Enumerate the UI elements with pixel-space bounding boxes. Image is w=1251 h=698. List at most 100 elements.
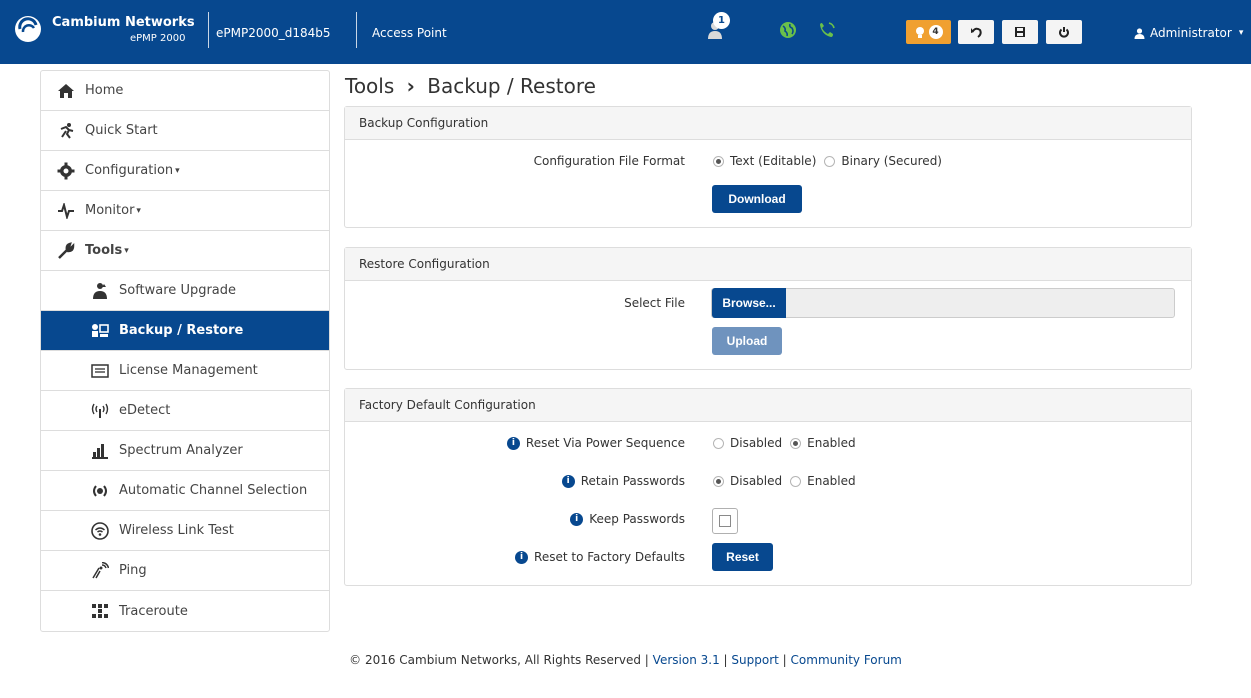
sidebar-item-wireless-link-test[interactable]: Wireless Link Test [41, 511, 329, 551]
sidebar-item-license-management[interactable]: License Management [41, 351, 329, 391]
undo-button[interactable] [958, 20, 994, 44]
wrench-icon [55, 240, 77, 262]
sidebar-item-home[interactable]: Home [41, 71, 329, 111]
reset-factory-defaults-label: i Reset to Factory Defaults [345, 550, 685, 564]
radio-reset-power-enabled[interactable] [790, 437, 802, 449]
radio-label-enabled: Enabled [807, 436, 856, 450]
connected-users-button[interactable]: 1 [703, 12, 730, 44]
device-name: ePMP2000_d184b5 [216, 26, 331, 40]
user-menu[interactable]: Administrator ▾ [1134, 26, 1243, 40]
footer-forum-link[interactable]: Community Forum [791, 653, 902, 667]
footer-support-link[interactable]: Support [731, 653, 778, 667]
keep-passwords-text: Keep Passwords [589, 512, 685, 526]
upload-button[interactable]: Upload [712, 327, 782, 355]
phone-button[interactable] [814, 16, 840, 44]
info-icon[interactable]: i [515, 550, 529, 564]
select-file-label: Select File [345, 296, 685, 310]
factory-default-panel: Factory Default Configuration i Reset Vi… [344, 388, 1192, 586]
sidebar-item-configuration[interactable]: Configuration ▾ [41, 151, 329, 191]
sidebar-item-spectrum-analyzer[interactable]: Spectrum Analyzer [41, 431, 329, 471]
keep-passwords-label: i Keep Passwords [345, 512, 685, 526]
radio-binary-secured[interactable] [824, 155, 836, 167]
save-icon [1015, 27, 1025, 37]
antenna-icon [89, 400, 111, 422]
radio-text-editable-label: Text (Editable) [730, 154, 817, 168]
browse-button[interactable]: Browse... [712, 288, 786, 318]
brand[interactable]: Cambium Networks ePMP 2000 [12, 9, 202, 49]
breadcrumb-section: Tools [345, 74, 395, 98]
retain-passwords-text: Retain Passwords [580, 474, 685, 488]
sidebar-item-monitor[interactable]: Monitor ▾ [41, 191, 329, 231]
retain-passwords-label: i Retain Passwords [345, 474, 685, 488]
radio-label-disabled: Disabled [730, 474, 783, 488]
sidebar-item-label: License Management [119, 363, 258, 378]
running-man-icon [55, 120, 77, 142]
info-icon[interactable]: i [570, 512, 584, 526]
phone-icon [820, 22, 835, 37]
wifi-icon [89, 520, 111, 542]
sidebar-item-label: Monitor [85, 203, 135, 218]
nav-divider [356, 12, 357, 48]
brand-name: Cambium Networks [52, 15, 195, 30]
info-icon[interactable]: i [506, 436, 520, 450]
restore-panel: Restore Configuration Select File Browse… [344, 247, 1192, 370]
retain-passwords-radio-group: Disabled Enabled [713, 474, 864, 488]
sidebar-item-software-upgrade[interactable]: Software Upgrade [41, 271, 329, 311]
license-icon [89, 360, 111, 382]
user-icon [1134, 27, 1145, 39]
radio-retain-disabled[interactable] [713, 475, 724, 487]
gear-icon [55, 160, 77, 182]
sidebar-item-label: Software Upgrade [119, 283, 237, 298]
reset-factory-defaults-text: Reset to Factory Defaults [534, 550, 685, 564]
sidebar-item-automatic-channel-selection[interactable]: Automatic Channel Selection [41, 471, 329, 511]
user-menu-label: Administrator [1150, 26, 1232, 40]
keep-passwords-checkbox[interactable] [712, 508, 738, 534]
reset-button[interactable]: Reset [712, 543, 773, 571]
radio-text-editable[interactable] [713, 155, 724, 167]
globe-button[interactable] [775, 16, 801, 44]
reboot-button[interactable] [1046, 20, 1082, 44]
sidebar-item-tools[interactable]: Tools ▾ [41, 231, 329, 271]
top-navbar: Cambium Networks ePMP 2000 ePMP2000_d184… [0, 0, 1251, 64]
radio-reset-power-disabled[interactable] [713, 437, 724, 449]
config-format-radio-group: Text (Editable) Binary (Secured) [713, 154, 950, 168]
radio-retain-enabled[interactable] [790, 475, 802, 487]
chevron-down-icon: ▾ [124, 245, 129, 256]
breadcrumb-separator: › [406, 74, 415, 98]
radio-binary-secured-label: Binary (Secured) [841, 154, 942, 168]
footer-version-link[interactable]: Version 3.1 [653, 653, 720, 667]
page-title: Tools › Backup / Restore [345, 74, 596, 98]
sidebar-item-label: Tools [85, 243, 123, 258]
info-icon[interactable]: i [561, 474, 575, 488]
sidebar-item-traceroute[interactable]: Traceroute [41, 591, 329, 631]
breadcrumb-page: Backup / Restore [427, 74, 596, 98]
bulb-icon [915, 26, 924, 38]
footer-separator: | [644, 653, 649, 667]
home-icon [55, 80, 77, 102]
sidebar-item-quick-start[interactable]: Quick Start [41, 111, 329, 151]
sidebar-item-label: Automatic Channel Selection [119, 483, 308, 498]
globe-icon [780, 22, 796, 38]
save-button[interactable] [1002, 20, 1038, 44]
alerts-count-badge: 4 [928, 25, 943, 39]
chevron-down-icon: ▾ [136, 205, 141, 216]
sidebar: Home Quick Start Configuration ▾ Monitor… [40, 70, 330, 632]
backup-icon [89, 320, 111, 342]
alerts-button[interactable]: 4 [906, 20, 951, 44]
checkbox-box [719, 515, 731, 527]
footer-separator: | [723, 653, 728, 667]
traceroute-icon [89, 600, 111, 622]
download-button[interactable]: Download [712, 185, 802, 213]
footer-copyright: © 2016 Cambium Networks, All Rights Rese… [349, 653, 641, 667]
sidebar-item-backup-restore[interactable]: Backup / Restore [41, 311, 329, 351]
footer: © 2016 Cambium Networks, All Rights Rese… [0, 653, 1251, 667]
chevron-down-icon: ▾ [1238, 28, 1244, 38]
radio-label-disabled: Disabled [730, 436, 783, 450]
sidebar-item-label: Spectrum Analyzer [119, 443, 243, 458]
sidebar-item-label: eDetect [119, 403, 171, 418]
sidebar-item-edetect[interactable]: eDetect [41, 391, 329, 431]
panel-heading: Backup Configuration [345, 107, 1191, 140]
sidebar-item-ping[interactable]: Ping [41, 551, 329, 591]
sidebar-item-label: Traceroute [119, 603, 188, 619]
select-file-label-text: Select File [624, 296, 685, 310]
